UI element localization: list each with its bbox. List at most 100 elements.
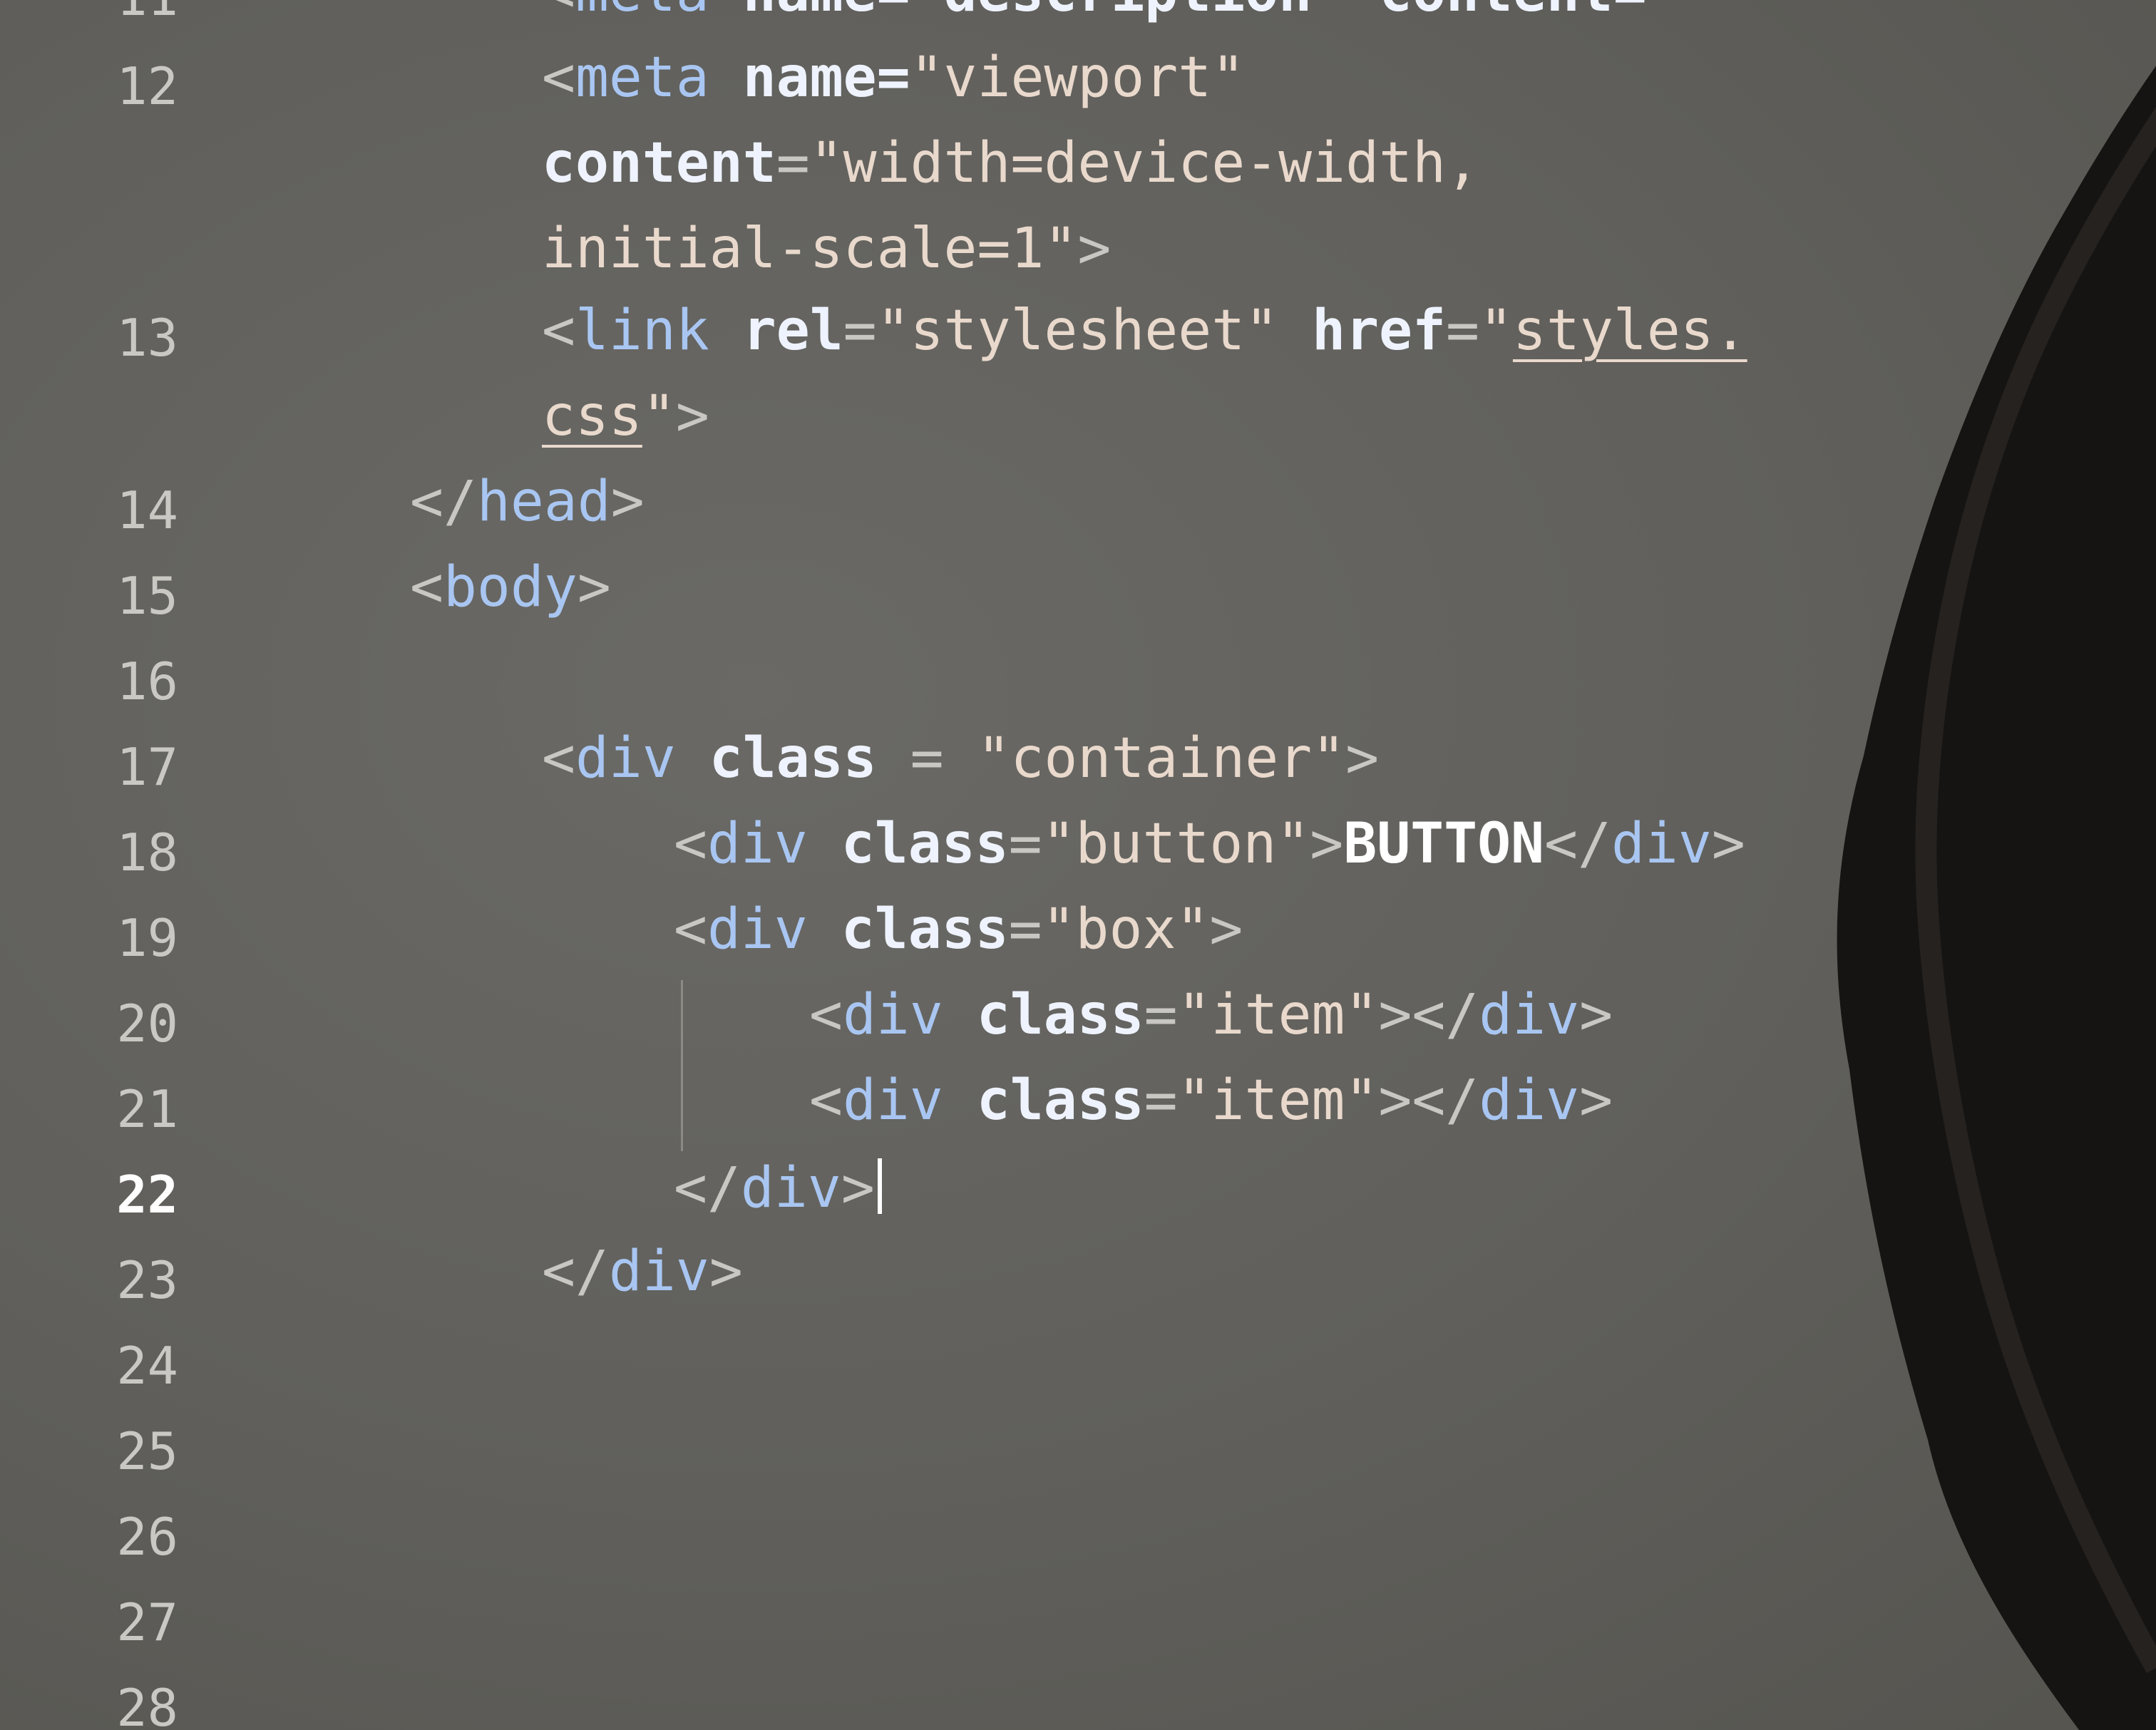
code-line-17[interactable]: <div class = "container"> bbox=[542, 731, 1379, 786]
code-token: content bbox=[542, 131, 776, 195]
line-number: 24 bbox=[116, 1336, 178, 1396]
code-token: = bbox=[776, 131, 810, 195]
code-line-22[interactable]: </div> bbox=[674, 1158, 882, 1216]
code-token: = bbox=[843, 299, 877, 363]
code-token: > bbox=[1077, 217, 1112, 281]
code-token: div bbox=[707, 897, 808, 962]
line-number: 13 bbox=[116, 308, 178, 368]
code-token: </ bbox=[1412, 1069, 1479, 1133]
line-number: 16 bbox=[116, 652, 178, 711]
code-token: < bbox=[410, 555, 443, 619]
code-line-20[interactable]: <div class="item"></div> bbox=[809, 987, 1613, 1043]
code-line-13-wrap[interactable]: css"> bbox=[542, 388, 709, 444]
code-line-15[interactable]: <body> bbox=[410, 560, 611, 615]
code-line-12-wrap[interactable]: content="width=device-width, bbox=[542, 135, 1479, 191]
code-token: < bbox=[542, 46, 575, 110]
code-token: </ bbox=[674, 1156, 741, 1220]
code-token: "container" bbox=[977, 726, 1346, 791]
code-token: > bbox=[1711, 812, 1745, 876]
code-token: "width=device-width, bbox=[809, 131, 1479, 195]
code-line-12[interactable]: <meta name="viewport" bbox=[542, 50, 1245, 105]
code-token: "viewport" bbox=[910, 46, 1246, 110]
code-token: link bbox=[575, 299, 709, 363]
code-token: div bbox=[575, 726, 676, 791]
line-number: 18 bbox=[116, 823, 178, 882]
code-token: < bbox=[542, 299, 575, 363]
code-token: head bbox=[476, 470, 611, 534]
line-number: 12 bbox=[116, 56, 178, 116]
code-token: > bbox=[610, 470, 645, 534]
code-token: < bbox=[809, 1069, 843, 1133]
line-number: 20 bbox=[116, 994, 178, 1054]
code-editor[interactable]: 11 12 13 14 15 16 17 18 19 20 21 22 23 2… bbox=[0, 0, 2156, 1730]
line-number: 15 bbox=[116, 566, 178, 626]
code-line-11[interactable]: <meta name="description" content= bbox=[542, 0, 1647, 20]
code-token: initial-scale=1" bbox=[542, 217, 1078, 281]
code-token: < bbox=[674, 812, 707, 876]
code-token: < bbox=[809, 983, 843, 1047]
code-token: > bbox=[1345, 726, 1380, 791]
code-token: > bbox=[1310, 812, 1344, 876]
code-token: = bbox=[1445, 299, 1479, 363]
code-line-14[interactable]: </head> bbox=[410, 474, 645, 530]
line-number-current: 22 bbox=[116, 1165, 178, 1225]
code-line-21[interactable]: <div class="item"></div> bbox=[809, 1073, 1613, 1128]
code-line-23[interactable]: </div> bbox=[542, 1244, 743, 1299]
code-token: meta bbox=[575, 46, 709, 110]
code-token: > bbox=[841, 1156, 875, 1220]
line-number: 19 bbox=[116, 908, 178, 968]
code-token: > bbox=[1579, 1069, 1613, 1133]
code-token: > bbox=[1378, 1069, 1412, 1133]
code-token: = bbox=[1008, 812, 1042, 876]
code-line-12-wrap-2[interactable]: initial-scale=1"> bbox=[542, 221, 1111, 277]
code-token: < bbox=[674, 897, 707, 962]
code-token: body bbox=[443, 555, 578, 619]
code-line-18[interactable]: <div class="button">BUTTON</div> bbox=[674, 816, 1745, 872]
line-number: 28 bbox=[116, 1678, 178, 1730]
code-token: </ bbox=[410, 470, 477, 534]
line-number: 27 bbox=[116, 1592, 178, 1652]
code-token: </ bbox=[1544, 812, 1611, 876]
line-number: 25 bbox=[116, 1421, 178, 1481]
line-number: 17 bbox=[116, 737, 178, 797]
code-token: div bbox=[842, 983, 943, 1047]
code-token: div bbox=[608, 1240, 709, 1304]
code-token: "box" bbox=[1042, 897, 1210, 962]
code-token: " bbox=[1479, 299, 1513, 363]
code-token: = bbox=[1008, 897, 1042, 962]
code-token: name= bbox=[709, 46, 910, 110]
line-number: 14 bbox=[116, 480, 178, 540]
code-token: </ bbox=[1412, 983, 1479, 1047]
code-token: " bbox=[642, 384, 676, 448]
line-number: 23 bbox=[116, 1250, 178, 1310]
line-number: 11 bbox=[43, 0, 178, 23]
code-token: < bbox=[542, 726, 575, 791]
code-token: "item" bbox=[1177, 983, 1379, 1047]
code-token: = bbox=[1144, 983, 1178, 1047]
code-token: > bbox=[675, 384, 709, 448]
code-token: div bbox=[1611, 812, 1712, 876]
code-token: name="description" content= bbox=[709, 0, 1647, 24]
code-line-19[interactable]: <div class="box"> bbox=[674, 902, 1243, 957]
stylesheet-link[interactable]: styles. bbox=[1513, 299, 1747, 363]
code-token: href bbox=[1278, 299, 1446, 363]
code-token: > bbox=[1579, 983, 1613, 1047]
code-token: > bbox=[1378, 983, 1412, 1047]
code-line-13[interactable]: <link rel="stylesheet" href="styles. bbox=[542, 303, 1747, 359]
code-token: class bbox=[807, 812, 1009, 876]
code-token: class bbox=[675, 726, 877, 791]
code-token: > bbox=[1209, 897, 1243, 962]
code-token: > bbox=[577, 555, 611, 619]
line-number: 26 bbox=[116, 1507, 178, 1567]
code-token: meta bbox=[575, 0, 709, 24]
text-cursor bbox=[877, 1158, 882, 1214]
code-token: rel bbox=[709, 299, 843, 363]
code-token: class bbox=[807, 897, 1009, 962]
person-silhouette bbox=[1837, 66, 2156, 1730]
code-token: > bbox=[709, 1240, 743, 1304]
stylesheet-link[interactable]: css bbox=[542, 384, 642, 448]
code-token: div bbox=[1479, 983, 1580, 1047]
code-token: < bbox=[542, 0, 575, 24]
code-token: BUTTON bbox=[1343, 812, 1545, 876]
code-token: "button" bbox=[1042, 812, 1310, 876]
